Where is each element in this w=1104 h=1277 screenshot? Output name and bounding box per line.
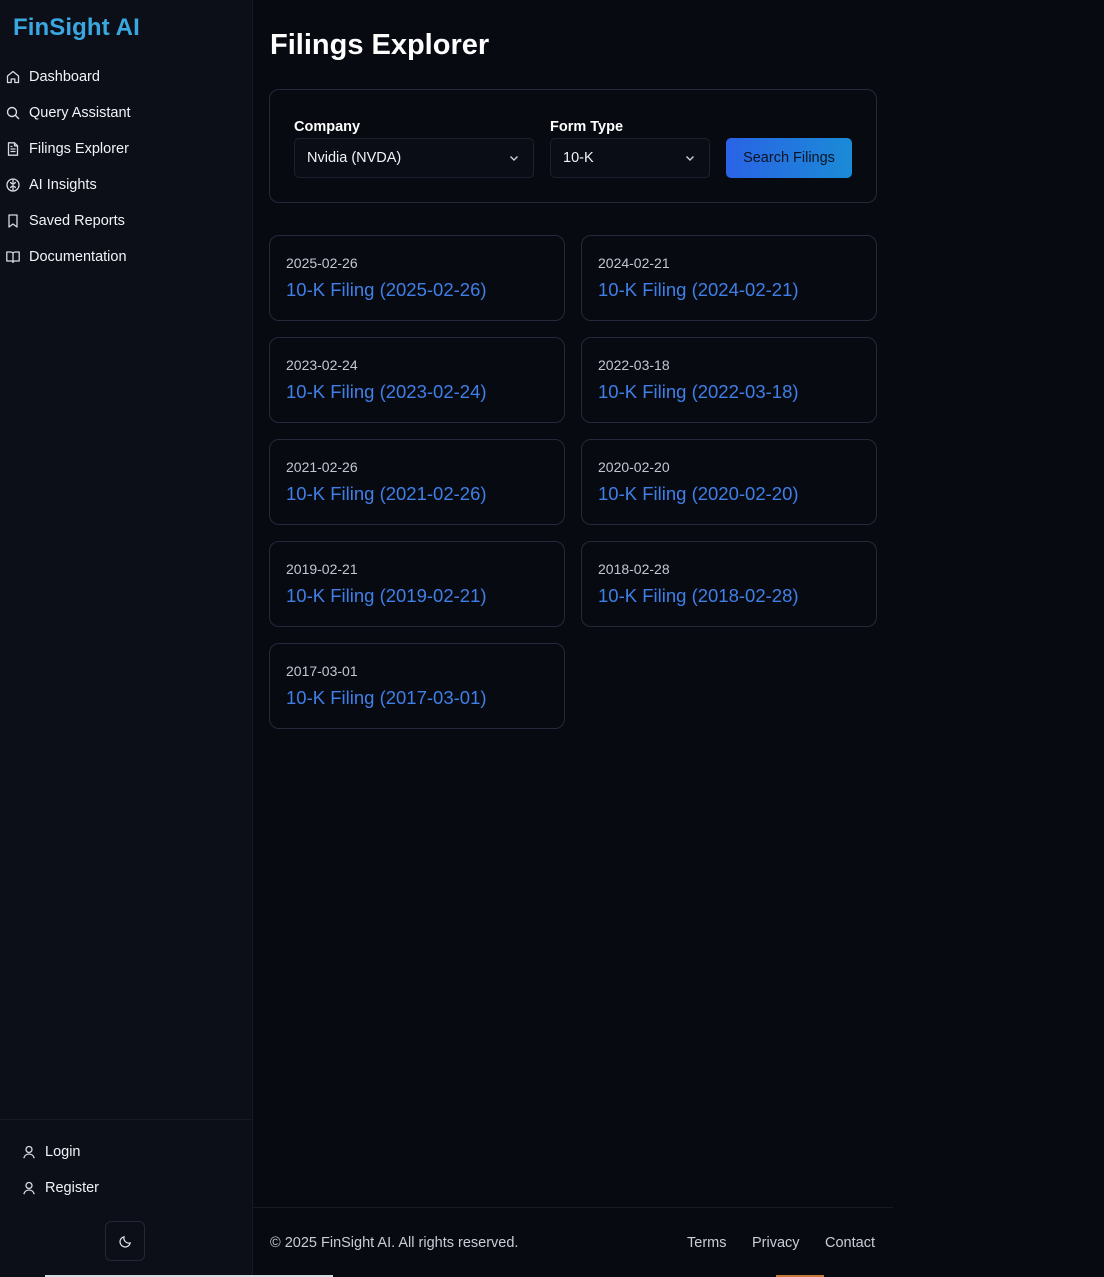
register-link[interactable]: Register <box>21 1180 99 1196</box>
chevron-down-icon <box>507 151 521 165</box>
form-type-select-value: 10-K <box>563 150 594 166</box>
form-type-select[interactable]: 10-K <box>550 138 710 178</box>
app-root: FinSight AI Dashboard Query Assistant Fi… <box>0 0 1104 1277</box>
contact-link[interactable]: Contact <box>825 1235 875 1251</box>
filing-card[interactable]: 2025-02-26 10-K Filing (2025-02-26) <box>269 235 565 321</box>
theme-toggle-button[interactable] <box>105 1221 145 1261</box>
sidebar-item-ai-insights[interactable]: AI Insights <box>0 167 253 203</box>
sidebar-item-label: Saved Reports <box>29 213 125 229</box>
search-filings-button[interactable]: Search Filings <box>726 138 852 178</box>
filing-title-link[interactable]: 10-K Filing (2019-02-21) <box>286 585 487 607</box>
filing-title-link[interactable]: 10-K Filing (2018-02-28) <box>598 585 799 607</box>
filing-date: 2018-02-28 <box>598 561 670 577</box>
sidebar-nav: Dashboard Query Assistant Filings Explor… <box>0 59 253 275</box>
brain-icon <box>5 177 21 193</box>
filing-date: 2022-03-18 <box>598 357 670 373</box>
user-icon <box>21 1144 37 1160</box>
filing-card[interactable]: 2018-02-28 10-K Filing (2018-02-28) <box>581 541 877 627</box>
sidebar-item-filings-explorer[interactable]: Filings Explorer <box>0 131 253 167</box>
bookmark-icon <box>5 213 21 229</box>
filing-date: 2025-02-26 <box>286 255 358 271</box>
filing-date: 2023-02-24 <box>286 357 358 373</box>
sidebar-item-label: Filings Explorer <box>29 141 129 157</box>
filing-title-link[interactable]: 10-K Filing (2021-02-26) <box>286 483 487 505</box>
sidebar-account-section: Login Register <box>0 1119 253 1277</box>
filing-title-link[interactable]: 10-K Filing (2024-02-21) <box>598 279 799 301</box>
sidebar-item-label: Dashboard <box>29 69 100 85</box>
copyright-text: © 2025 FinSight AI. All rights reserved. <box>270 1235 519 1251</box>
login-label: Login <box>45 1144 81 1160</box>
filter-panel: Company Nvidia (NVDA) Form Type 10-K Sea… <box>269 89 877 203</box>
moon-icon <box>118 1234 133 1249</box>
sidebar-item-saved-reports[interactable]: Saved Reports <box>0 203 253 239</box>
sidebar-item-label: Query Assistant <box>29 105 131 121</box>
privacy-link[interactable]: Privacy <box>752 1235 800 1251</box>
filing-card[interactable]: 2021-02-26 10-K Filing (2021-02-26) <box>269 439 565 525</box>
filing-card[interactable]: 2022-03-18 10-K Filing (2022-03-18) <box>581 337 877 423</box>
filing-date: 2017-03-01 <box>286 663 358 679</box>
filing-date: 2021-02-26 <box>286 459 358 475</box>
filing-card[interactable]: 2019-02-21 10-K Filing (2019-02-21) <box>269 541 565 627</box>
sidebar: FinSight AI Dashboard Query Assistant Fi… <box>0 0 253 1277</box>
filing-title-link[interactable]: 10-K Filing (2020-02-20) <box>598 483 799 505</box>
page-title: Filings Explorer <box>270 29 490 61</box>
register-label: Register <box>45 1180 99 1196</box>
filing-date: 2019-02-21 <box>286 561 358 577</box>
sidebar-item-dashboard[interactable]: Dashboard <box>0 59 253 95</box>
filing-card[interactable]: 2023-02-24 10-K Filing (2023-02-24) <box>269 337 565 423</box>
home-icon <box>5 69 21 85</box>
book-icon <box>5 249 21 265</box>
company-select-value: Nvidia (NVDA) <box>307 150 402 166</box>
filing-date: 2024-02-21 <box>598 255 670 271</box>
chevron-down-icon <box>683 151 697 165</box>
filing-title-link[interactable]: 10-K Filing (2025-02-26) <box>286 279 487 301</box>
form-type-label: Form Type <box>550 119 624 135</box>
filing-title-link[interactable]: 10-K Filing (2023-02-24) <box>286 381 487 403</box>
filing-card[interactable]: 2020-02-20 10-K Filing (2020-02-20) <box>581 439 877 525</box>
brand-logo[interactable]: FinSight AI <box>13 14 140 42</box>
company-label: Company <box>294 119 361 135</box>
terms-link[interactable]: Terms <box>687 1235 726 1251</box>
company-select[interactable]: Nvidia (NVDA) <box>294 138 534 178</box>
footer: © 2025 FinSight AI. All rights reserved.… <box>253 1207 893 1277</box>
sidebar-item-query-assistant[interactable]: Query Assistant <box>0 95 253 131</box>
user-icon <box>21 1180 37 1196</box>
filing-title-link[interactable]: 10-K Filing (2017-03-01) <box>286 687 487 709</box>
document-icon <box>5 141 21 157</box>
sidebar-item-label: Documentation <box>29 249 127 265</box>
filing-card[interactable]: 2017-03-01 10-K Filing (2017-03-01) <box>269 643 565 729</box>
filing-date: 2020-02-20 <box>598 459 670 475</box>
sidebar-item-documentation[interactable]: Documentation <box>0 239 253 275</box>
filing-card[interactable]: 2024-02-21 10-K Filing (2024-02-21) <box>581 235 877 321</box>
filing-title-link[interactable]: 10-K Filing (2022-03-18) <box>598 381 799 403</box>
search-icon <box>5 105 21 121</box>
login-link[interactable]: Login <box>21 1144 80 1160</box>
sidebar-item-label: AI Insights <box>29 177 97 193</box>
